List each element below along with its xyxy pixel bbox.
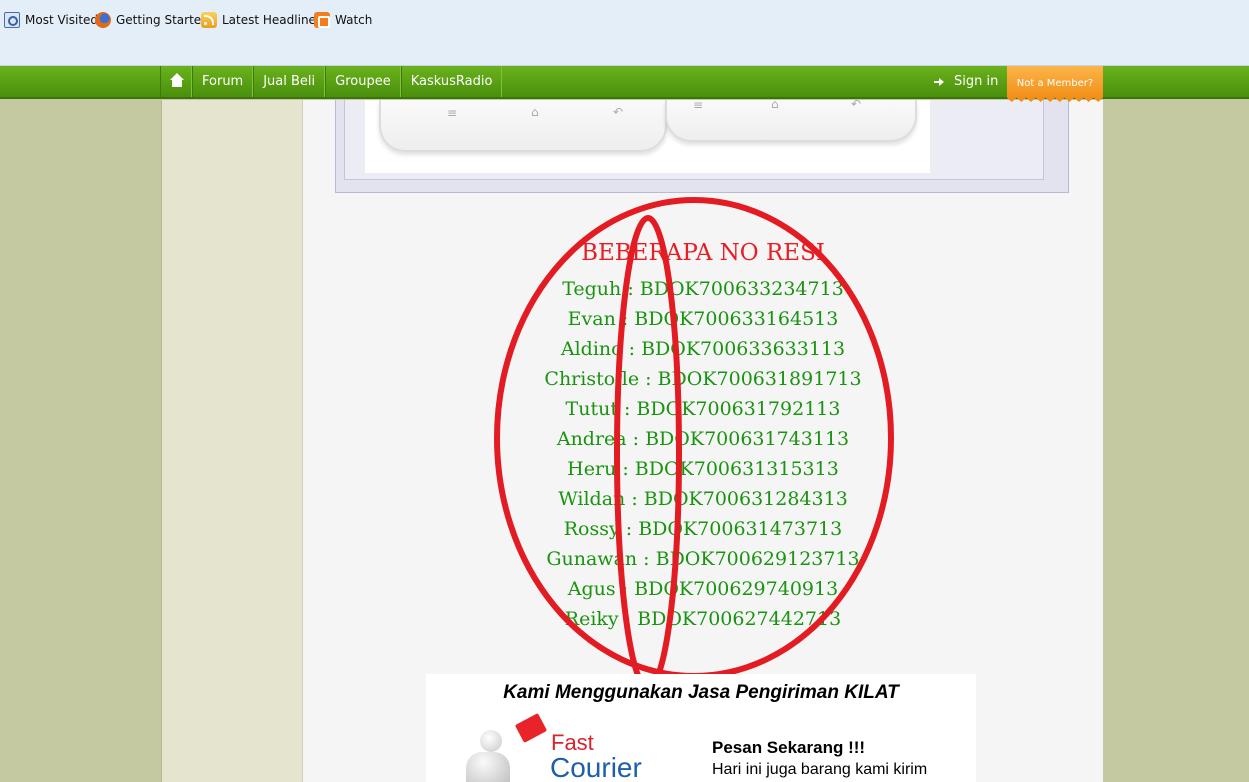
home-key-icon: ⌂ — [531, 105, 539, 119]
not-a-member-button[interactable]: Not a Member? — [1007, 66, 1103, 102]
resi-item: Andrea : BDOK700631743113 — [556, 428, 850, 450]
resi-item: Heru : BDOK700631315313 — [567, 458, 839, 480]
back-key-icon: ↶ — [851, 97, 862, 111]
cta-title: Pesan Sekarang !!! — [712, 738, 866, 757]
sign-in-icon — [934, 76, 946, 88]
resi-item: Reiky : BDOK700627442713 — [564, 608, 842, 630]
bookmark-label: Watch — [335, 13, 373, 27]
resi-item: Agus : BDOK700629740913 — [567, 578, 839, 600]
phone-left: ≡ ⌂ ↶ — [379, 100, 667, 152]
resi-item: Gunawan : BDOK700629123713 — [546, 548, 860, 570]
bookmark-watch[interactable]: Watch — [314, 11, 372, 29]
resi-item: Teguh : BDOK700633234713 — [562, 278, 844, 300]
resi-item: Evan : BDOK700633164513 — [567, 308, 839, 330]
resi-item: Aldino : BDOK700633633113 — [560, 338, 846, 360]
logo-courier: Courier — [550, 752, 642, 782]
nav-jual-beli[interactable]: Jual Beli — [253, 66, 326, 97]
sign-in-link[interactable]: Sign in — [934, 66, 998, 97]
home-key-icon: ⌂ — [771, 97, 779, 111]
resi-item: Tutut : BDOK700631792113 — [565, 398, 841, 420]
blogger-icon — [314, 12, 330, 28]
bookmark-latest-headlines[interactable]: Latest Headlines — [201, 11, 322, 29]
bookmark-label: Getting Started — [116, 13, 209, 27]
nav-kaskusradio[interactable]: KaskusRadio — [400, 66, 503, 97]
back-key-icon: ↶ — [613, 105, 624, 119]
firefox-icon — [95, 12, 111, 28]
rss-icon — [201, 12, 217, 28]
phone-right: ≡ ⌂ ↶ — [665, 97, 917, 142]
courier-mascot-icon — [440, 713, 550, 782]
courier-banner: Kami Menggunakan Jasa Pengiriman KILAT F… — [426, 674, 976, 782]
sign-in-label: Sign in — [954, 74, 999, 89]
bookmark-getting-started[interactable]: Getting Started — [95, 11, 209, 29]
nav-forum[interactable]: Forum — [192, 66, 254, 97]
bookmark-label: Latest Headlines — [222, 13, 323, 27]
menu-key-icon: ≡ — [693, 98, 704, 112]
bookmarks-toolbar: Most Visited Getting Started Latest Head… — [0, 0, 1249, 66]
resi-item: Rossy : BDOK700631473713 — [563, 518, 843, 540]
bookmark-label: Most Visited — [25, 13, 99, 27]
cta-text: Hari ini juga barang kami kirim — [712, 761, 928, 778]
menu-key-icon: ≡ — [447, 106, 458, 120]
nav-groupee[interactable]: Groupee — [325, 66, 401, 97]
resi-list: Teguh : BDOK700633234713 Evan : BDOK7006… — [303, 275, 1103, 635]
resi-item: Wildan : BDOK700631284313 — [558, 488, 848, 510]
resi-title: BEBERAPA NO RESI — [581, 240, 825, 266]
banner-headline: Kami Menggunakan Jasa Pengiriman KILAT — [503, 682, 899, 703]
resi-item: Christofle : BDOK700631891713 — [544, 368, 862, 390]
left-sidebar — [161, 100, 303, 782]
phone-product-image: ≡ ⌂ ↶ ≡ ⌂ ↶ — [365, 97, 930, 173]
home-icon[interactable] — [160, 66, 192, 97]
most-visited-icon — [4, 12, 20, 28]
bookmark-most-visited[interactable]: Most Visited — [4, 11, 98, 29]
